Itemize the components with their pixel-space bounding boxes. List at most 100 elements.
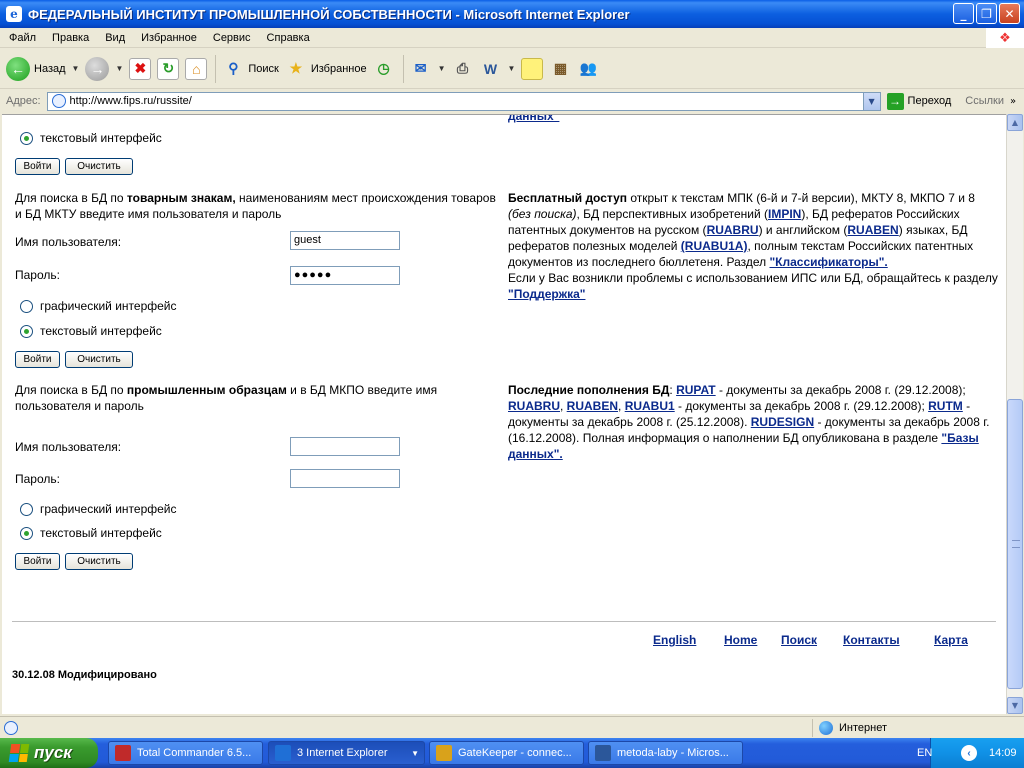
globe-icon	[819, 721, 833, 735]
go-button[interactable]: → Переход	[886, 92, 951, 110]
footer-link-sitemap[interactable]: Карта	[934, 633, 968, 647]
task-label-4: metoda-laby - Micros...	[617, 747, 729, 759]
db-link-partial[interactable]: данных"	[508, 115, 559, 123]
language-indicator[interactable]: EN	[917, 747, 932, 759]
forward-arrow-icon: →	[85, 56, 110, 81]
id-password-field[interactable]	[290, 469, 400, 488]
clear-button-1[interactable]: Очистить	[65, 158, 133, 175]
radio-text-interface-1[interactable]	[20, 132, 33, 145]
task-label-3: GateKeeper - connec...	[458, 747, 572, 759]
discuss-button[interactable]	[521, 57, 544, 80]
support-link[interactable]: "Поддержка"	[508, 287, 585, 301]
back-button[interactable]: ← Назад ▼	[6, 56, 80, 81]
free-text-2: , БД перспективных изобретений (	[576, 207, 769, 221]
menu-file[interactable]: Файл	[0, 32, 44, 44]
ruabu1a-link[interactable]: (RUABU1A)	[681, 239, 748, 253]
back-dropdown-icon[interactable]: ▼	[72, 64, 80, 73]
footer-link-contacts[interactable]: Контакты	[843, 633, 900, 647]
footer-link-search[interactable]: Поиск	[781, 633, 817, 647]
login-button-1[interactable]: Войти	[15, 158, 60, 175]
menu-view[interactable]: Вид	[97, 32, 133, 44]
radio-graphic-interface-3[interactable]	[20, 503, 33, 516]
messenger-icon: 👥	[579, 60, 598, 76]
close-button[interactable]: ✕	[999, 3, 1020, 24]
edit-button[interactable]: W ▼	[480, 58, 516, 80]
address-dropdown-icon[interactable]: ▼	[862, 92, 880, 110]
back-arrow-icon: ←	[6, 56, 30, 81]
clear-button-3[interactable]: Очистить	[65, 553, 133, 570]
task-label-2: 3 Internet Explorer	[297, 747, 388, 759]
edit-dropdown-icon[interactable]: ▼	[508, 64, 516, 73]
research-button[interactable]: ▦	[549, 58, 571, 80]
ie-task-icon	[275, 745, 291, 761]
address-input[interactable]: http://www.fips.ru/russite/ ▼	[46, 91, 881, 111]
scroll-down-icon[interactable]: ▼	[1007, 697, 1023, 714]
menu-favorites[interactable]: Избранное	[133, 32, 205, 44]
footer-link-home[interactable]: Home	[724, 633, 757, 647]
task-internet-explorer[interactable]: 3 Internet Explorer ▼	[268, 741, 425, 765]
scroll-thumb[interactable]	[1007, 399, 1023, 689]
impin-link[interactable]: IMPIN	[768, 207, 801, 221]
home-button[interactable]: ⌂	[185, 57, 208, 80]
go-arrow-icon: →	[886, 92, 904, 110]
menu-help[interactable]: Справка	[259, 32, 318, 44]
ruaben-link[interactable]: RUABEN	[847, 223, 898, 237]
page-content: текстовый интерфейс Войти Очистить Для п…	[2, 114, 1006, 714]
id-username-field[interactable]	[290, 437, 400, 456]
latest-title: Последние пополнения БД	[508, 383, 670, 397]
ruabu1-link[interactable]: RUABU1	[625, 399, 675, 413]
restore-button[interactable]: ❐	[976, 3, 997, 24]
tm-password-field[interactable]: ●●●●●	[290, 266, 400, 285]
rupat-link[interactable]: RUPAT	[676, 383, 716, 397]
minimize-button[interactable]: _	[953, 3, 974, 24]
print-button[interactable]: ⎙	[452, 58, 474, 80]
address-url[interactable]: http://www.fips.ru/russite/	[70, 95, 192, 107]
menu-edit[interactable]: Правка	[44, 32, 97, 44]
task-word[interactable]: metoda-laby - Micros...	[588, 741, 743, 765]
clear-button-2[interactable]: Очистить	[65, 351, 133, 368]
address-bar: Адрес: http://www.fips.ru/russite/ ▼ → П…	[0, 90, 1024, 112]
links-chevron-icon[interactable]: »	[1010, 96, 1016, 107]
task-group-dropdown-icon[interactable]: ▼	[411, 749, 419, 758]
footer-link-english[interactable]: English	[653, 633, 696, 647]
mail-icon: ✉	[414, 60, 427, 76]
scroll-grip-icon	[1012, 540, 1020, 548]
tray-expand-icon[interactable]: ‹	[961, 745, 977, 761]
tm-intro-bold: товарным знакам,	[126, 191, 236, 205]
windows-flag-icon	[8, 744, 30, 762]
scroll-up-icon[interactable]: ▲	[1007, 114, 1023, 131]
radio-text-interface-2[interactable]	[20, 325, 33, 338]
login-button-3[interactable]: Войти	[15, 553, 60, 570]
note-icon	[521, 57, 544, 80]
login-button-2[interactable]: Войти	[15, 351, 60, 368]
messenger-button[interactable]: 👥	[577, 58, 599, 80]
window-controls: _ ❐ ✕	[953, 3, 1020, 24]
tm-username-field[interactable]: guest	[290, 231, 400, 250]
search-button[interactable]: ⚲ Поиск	[222, 58, 279, 80]
tm-username-label: Имя пользователя:	[15, 235, 122, 249]
forward-dropdown-icon[interactable]: ▼	[115, 64, 123, 73]
refresh-button[interactable]: ↻	[157, 57, 180, 80]
latest-ruaben-link[interactable]: RUABEN	[567, 399, 618, 413]
system-tray: EN ‹ 14:09	[917, 738, 1024, 768]
vertical-scrollbar[interactable]: ▲ ▼	[1006, 114, 1023, 714]
classifiers-link[interactable]: "Классификаторы".	[769, 255, 887, 269]
start-label: пуск	[34, 743, 72, 762]
task-gatekeeper[interactable]: GateKeeper - connec...	[429, 741, 584, 765]
radio-text-interface-3[interactable]	[20, 527, 33, 540]
radio-graphic-interface-2[interactable]	[20, 300, 33, 313]
mail-button[interactable]: ✉ ▼	[410, 58, 446, 80]
latest-ruabru-link[interactable]: RUABRU	[508, 399, 560, 413]
start-button[interactable]: пуск	[0, 738, 98, 768]
stop-button[interactable]: ✖	[129, 57, 152, 80]
favorites-button[interactable]: ★ Избранное	[285, 58, 367, 80]
menu-tools[interactable]: Сервис	[205, 32, 259, 44]
forward-button[interactable]: → ▼	[85, 56, 123, 81]
task-total-commander[interactable]: Total Commander 6.5...	[108, 741, 263, 765]
mail-dropdown-icon[interactable]: ▼	[438, 64, 446, 73]
links-label[interactable]: Ссылки	[965, 95, 1004, 107]
rudesign-link[interactable]: RUDESIGN	[751, 415, 814, 429]
ruabru-link[interactable]: RUABRU	[707, 223, 759, 237]
rutm-link[interactable]: RUTM	[928, 399, 963, 413]
history-button[interactable]: ◷	[373, 58, 395, 80]
